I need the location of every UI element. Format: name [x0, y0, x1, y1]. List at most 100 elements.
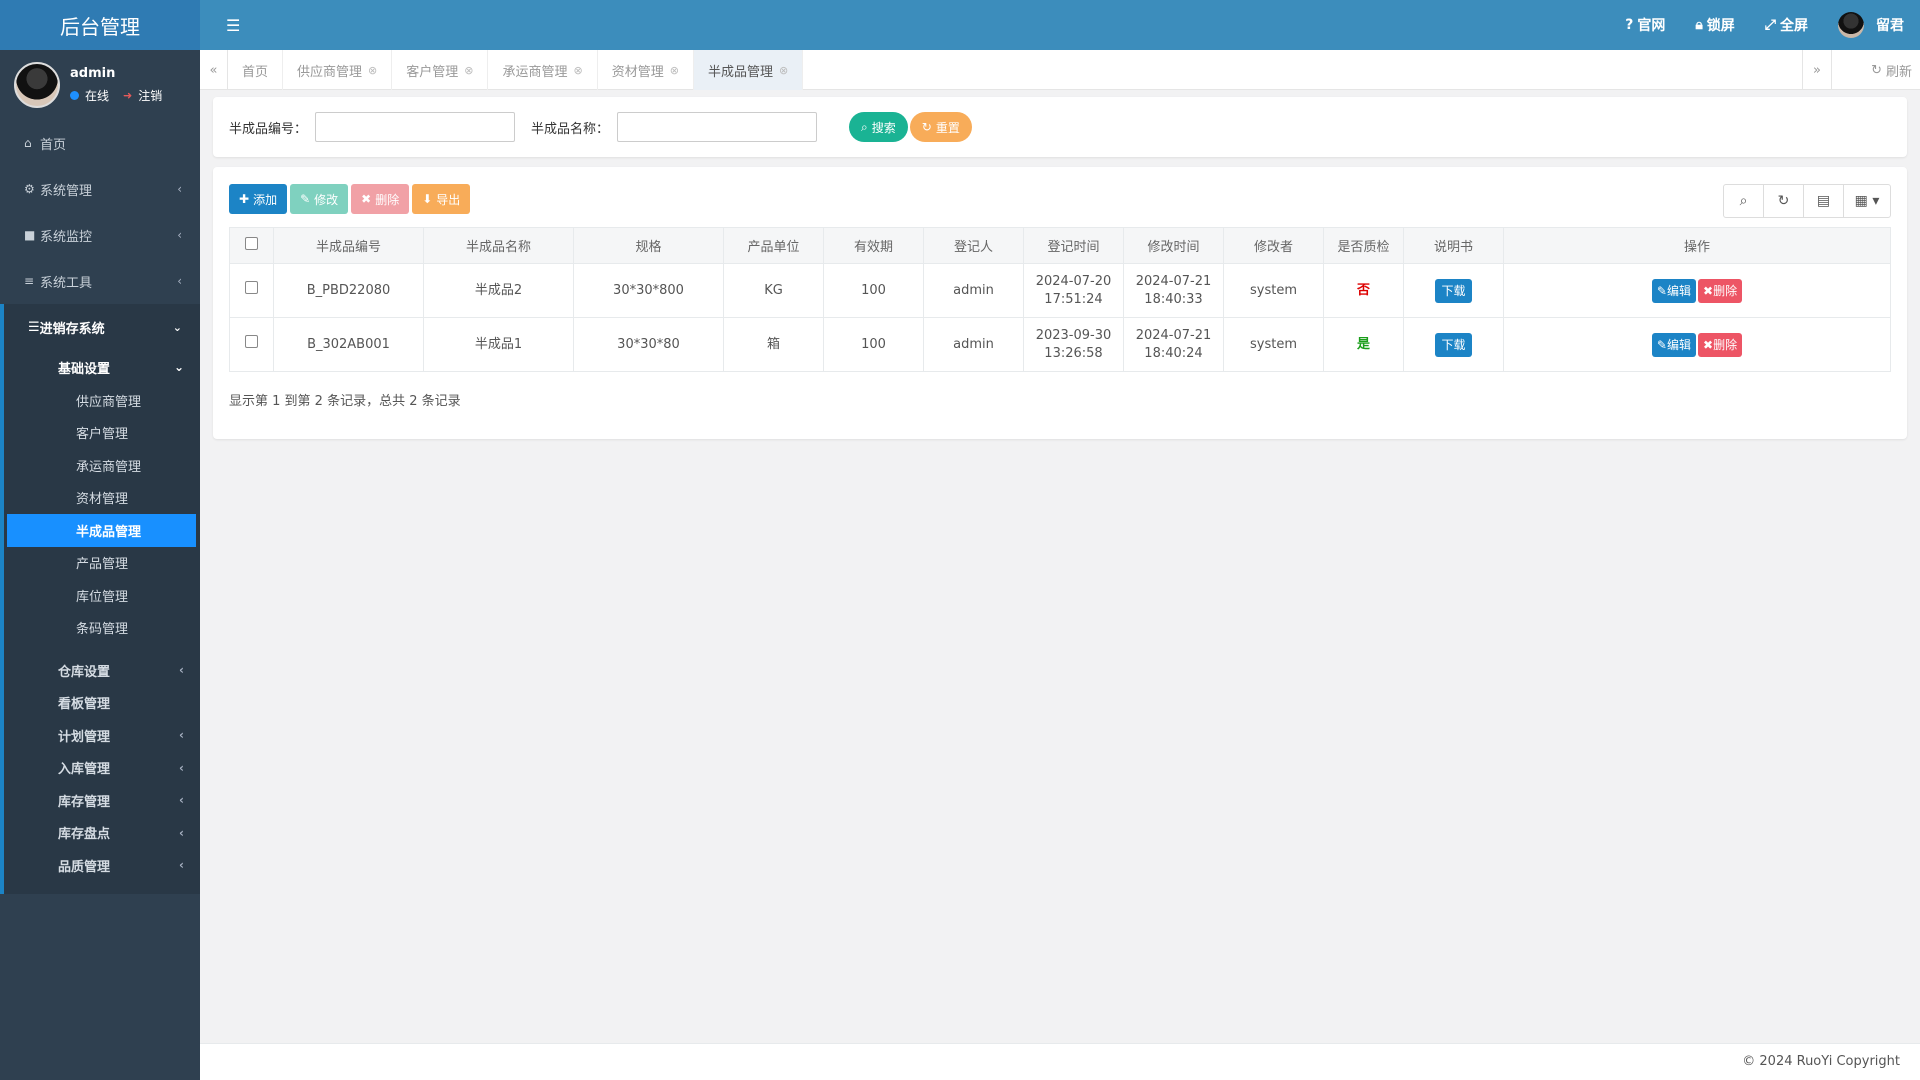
row-checkbox[interactable] — [245, 281, 258, 294]
close-icon[interactable]: ⊗ — [368, 64, 377, 77]
sidebar-item-plan[interactable]: 计划管理 ‹ — [4, 719, 200, 752]
chevron-left-icon: ‹ — [177, 182, 182, 196]
sidebar-item-board[interactable]: 看板管理 — [4, 687, 200, 720]
row-checkbox[interactable] — [245, 335, 258, 348]
cell-registrant: admin — [923, 317, 1024, 372]
close-icon[interactable]: ⊗ — [670, 64, 679, 77]
row-edit-button[interactable]: ✎编辑 — [1651, 278, 1696, 303]
tabs-scroll-right-icon[interactable]: » — [1802, 50, 1832, 90]
search-icon: ⌕ — [861, 119, 868, 134]
columns-dropdown-icon[interactable]: ▦ ▾ — [1844, 185, 1890, 217]
chevron-down-icon: ⌄ — [172, 320, 182, 334]
cell-reg-time: 2023-09-30 13:26:58 — [1023, 317, 1124, 372]
sidebar-item-supplier[interactable]: 供应商管理 — [4, 384, 200, 417]
sidebar-item-inbound[interactable]: 入库管理 ‹ — [4, 752, 200, 785]
sidebar-item-product[interactable]: 产品管理 — [4, 547, 200, 580]
table-row[interactable]: B_302AB001 半成品1 30*30*80 箱 100 admin 202… — [229, 317, 1891, 372]
sidebar-item-stocktake[interactable]: 库存盘点 ‹ — [4, 817, 200, 850]
plus-icon: ✚ — [239, 192, 250, 206]
edit-button[interactable]: ✎ 修改 — [290, 184, 349, 214]
sidebar-item-inventory[interactable]: 库存管理 ‹ — [4, 784, 200, 817]
row-edit-button[interactable]: ✎编辑 — [1651, 332, 1696, 357]
sidebar-item-customer[interactable]: 客户管理 — [4, 417, 200, 450]
tab-carrier[interactable]: 承运商管理 ⊗ — [488, 50, 598, 90]
column-header[interactable]: 半成品名称 — [423, 227, 574, 264]
column-header[interactable]: 有效期 — [823, 227, 924, 264]
code-input[interactable] — [315, 112, 516, 142]
sidebar-item-barcode[interactable]: 条码管理 — [4, 612, 200, 645]
sidebar-item-system-tools[interactable]: ≡ 系统工具 ‹ — [0, 258, 200, 304]
sidebar-item-semi-product[interactable]: 半成品管理 — [7, 514, 196, 547]
sidebar-item-system-mgmt[interactable]: ⚙ 系统管理 ‹ — [0, 166, 200, 212]
toggle-view-icon[interactable]: ▤ — [1804, 185, 1844, 217]
menu-toggle-icon[interactable]: ☰ — [226, 16, 240, 35]
topbar: ☰ ? 官网 🔒︎ 锁屏 ⤢ 全屏 留君 — [200, 0, 1920, 50]
column-header[interactable]: 产品单位 — [723, 227, 824, 264]
column-header[interactable]: 是否质检 — [1323, 227, 1404, 264]
refresh-tab-button[interactable]: ↻ 刷新 — [1871, 50, 1912, 90]
lock-screen-button[interactable]: 🔒︎ 锁屏 — [1695, 15, 1734, 35]
name-input[interactable] — [617, 112, 818, 142]
logout-link[interactable]: 注销 — [138, 87, 162, 104]
official-site-link[interactable]: ? 官网 — [1625, 15, 1665, 35]
chevron-left-icon: ‹ — [179, 760, 184, 775]
sidebar-item-home[interactable]: ⌂ 首页 — [0, 120, 200, 166]
sidebar-item-system-monitor[interactable]: ■ 系统监控 ‹ — [0, 212, 200, 258]
edit-icon: ✎ — [1656, 283, 1667, 298]
add-button[interactable]: ✚ 添加 — [229, 184, 288, 214]
cell-name: 半成品2 — [423, 263, 574, 318]
cell-spec: 30*30*800 — [573, 263, 724, 318]
export-button[interactable]: ⬇ 导出 — [412, 184, 471, 214]
tab-material[interactable]: 资材管理 ⊗ — [598, 50, 694, 90]
sidebar-item-jxc[interactable]: ☰ 进销存系统 ⌄ — [4, 304, 200, 350]
delete-button[interactable]: ✖ 删除 — [351, 184, 410, 214]
table-row[interactable]: B_PBD22080 半成品2 30*30*800 KG 100 admin 2… — [229, 263, 1891, 318]
video-icon: ■ — [24, 228, 36, 242]
tab-semi-product[interactable]: 半成品管理 ⊗ — [693, 50, 804, 90]
download-manual-button[interactable]: 下载 — [1435, 332, 1472, 357]
tab-customer[interactable]: 客户管理 ⊗ — [392, 50, 489, 90]
logout-icon[interactable]: ➜ — [123, 89, 132, 102]
avatar[interactable] — [14, 62, 60, 108]
tabs-scroll-left-icon[interactable]: « — [200, 50, 228, 90]
sidebar-group-jxc: ☰ 进销存系统 ⌄ 基础设置 ⌄ 供应商管理 客户管理 承运商管理 资材管理 半… — [0, 304, 200, 894]
fullscreen-button[interactable]: ⤢ 全屏 — [1765, 15, 1808, 35]
column-header[interactable]: 修改时间 — [1123, 227, 1224, 264]
sidebar-item-carrier[interactable]: 承运商管理 — [4, 449, 200, 482]
download-manual-button[interactable]: 下载 — [1435, 278, 1472, 303]
close-icon[interactable]: ⊗ — [779, 64, 788, 77]
reset-button[interactable]: ↻ 重置 — [909, 112, 972, 142]
sidebar-item-material[interactable]: 资材管理 — [4, 482, 200, 515]
refresh-icon[interactable]: ↻ — [1764, 185, 1804, 217]
chevron-left-icon: ‹ — [179, 728, 184, 743]
search-toggle-icon[interactable]: ⌕ — [1724, 185, 1764, 217]
qc-status-badge: 是 — [1356, 336, 1370, 352]
row-delete-button[interactable]: ✖删除 — [1698, 332, 1743, 357]
sidebar-item-location[interactable]: 库位管理 — [4, 579, 200, 612]
tab-home[interactable]: 首页 — [228, 50, 284, 90]
cell-spec: 30*30*80 — [573, 317, 724, 372]
code-label: 半成品编号： — [229, 121, 308, 137]
row-delete-button[interactable]: ✖删除 — [1698, 278, 1743, 303]
chevron-left-icon: ‹ — [177, 274, 182, 288]
column-header[interactable]: 半成品编号 — [273, 227, 424, 264]
close-icon[interactable]: ⊗ — [464, 64, 473, 77]
column-header[interactable]: 登记时间 — [1023, 227, 1124, 264]
close-icon[interactable]: ⊗ — [574, 64, 583, 77]
sidebar-item-quality[interactable]: 品质管理 ‹ — [4, 849, 200, 882]
select-all-checkbox[interactable] — [245, 237, 258, 250]
sidebar-item-basic-settings[interactable]: 基础设置 ⌄ — [4, 350, 200, 384]
pagination-info: 显示第 1 到第 2 条记录，总共 2 条记录 — [229, 394, 461, 409]
column-header[interactable]: 说明书 — [1403, 227, 1504, 264]
question-icon: ? — [1625, 17, 1634, 33]
column-header[interactable]: 规格 — [573, 227, 724, 264]
column-header[interactable]: 登记人 — [923, 227, 1024, 264]
tab-supplier[interactable]: 供应商管理 ⊗ — [283, 50, 393, 90]
data-table: 半成品编号 半成品名称 规格 产品单位 有效期 登记人 登记时间 修改时间 修改… — [229, 227, 1891, 372]
lock-icon: 🔒︎ — [1695, 17, 1703, 33]
sidebar-item-warehouse[interactable]: 仓库设置 ‹ — [4, 654, 200, 687]
search-button[interactable]: ⌕ 搜索 — [849, 112, 908, 142]
column-header[interactable]: 修改者 — [1223, 227, 1324, 264]
download-icon: ⬇ — [422, 192, 433, 206]
user-menu[interactable]: 留君 — [1838, 12, 1904, 38]
